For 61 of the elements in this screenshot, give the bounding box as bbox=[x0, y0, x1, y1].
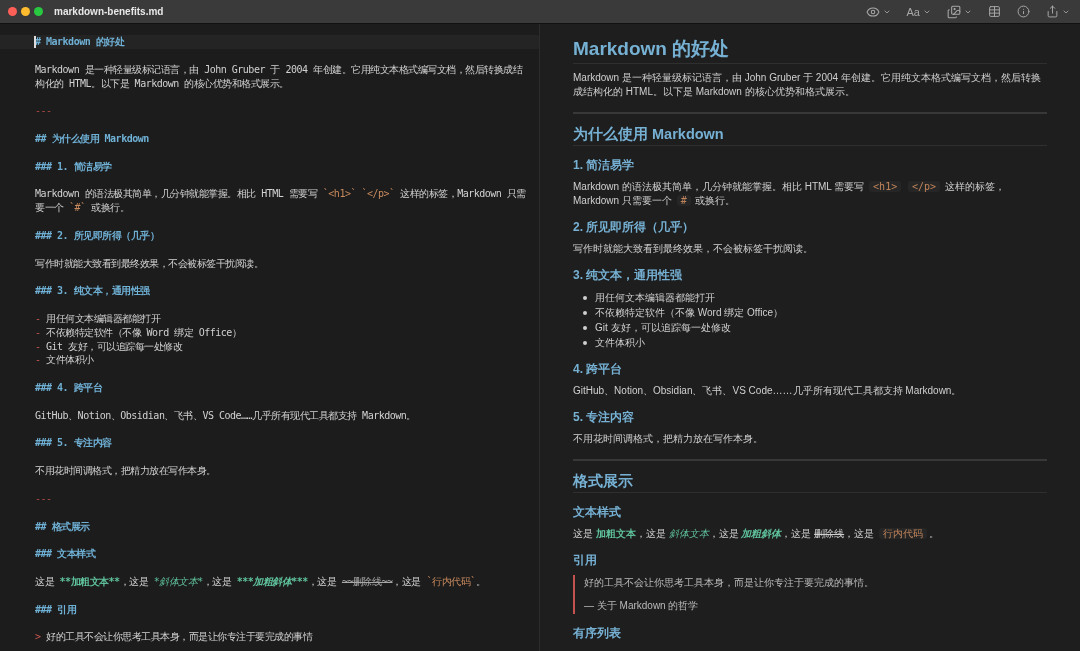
paragraph: 这是 加粗文本，这是 斜体文本，这是 加粗斜体，这是 删除线，这是 行内代码 。 bbox=[573, 527, 939, 541]
heading-markup: ### 文本样式 bbox=[35, 547, 96, 562]
subsection-heading: 5. 专注内容 bbox=[573, 409, 635, 425]
paragraph-markup: 写作时就能大致看到最终效果，不会被标签干扰阅读。 bbox=[35, 256, 263, 271]
heading-markup: ### 1. 简洁易学 bbox=[35, 159, 112, 174]
heading-markup: ## 格式展示 bbox=[35, 519, 90, 534]
paragraph-markup: 这是 **加粗文本**，这是 *斜体文本*，这是 ***加粗斜体***，这是 ~~删除线~~，这是 `行内代码`。 bbox=[35, 574, 486, 589]
paragraph-markup: Markdown 是一种轻量级标记语言，由 John Gruber 于 2004 年创建。它用纯文本格式编写文档，然后转换成结构化的 HTML。以下是 Markdown 的核心优势和格式展示。 bbox=[35, 62, 524, 91]
heading-markup: ## 为什么使用 Markdown bbox=[35, 131, 149, 146]
quote-text: — 关于 Markdown 的哲学 bbox=[584, 599, 699, 613]
heading-markup: ### 2. 所见即所得（几乎） bbox=[35, 228, 160, 243]
quote-markup: > 好的工具不会让你思考工具本身，而是让你专注于要完成的事情 bbox=[35, 630, 313, 645]
paragraph: GitHub、Notion、Obsidian、飞书、VS Code……几乎所有现代工具都支持 Markdown。 bbox=[573, 384, 962, 398]
rule-markup: --- bbox=[35, 104, 52, 119]
share-icon bbox=[1046, 5, 1059, 18]
section-heading: 为什么使用 Markdown bbox=[573, 125, 724, 144]
subsection-heading: 1. 简洁易学 bbox=[573, 157, 635, 173]
font-button[interactable]: Aa bbox=[904, 2, 933, 21]
rule-markup: --- bbox=[35, 491, 52, 506]
subsection-heading: 有序列表 bbox=[573, 625, 621, 641]
subsection-heading: 3. 纯文本，通用性强 bbox=[573, 267, 683, 283]
paragraph: Markdown 的语法极其简单，几分钟就能掌握。相比 HTML 需要写 <h1> </p> 这样的标签，Markdown 只需要一个 # 或换行。 bbox=[573, 180, 1006, 208]
image-icon bbox=[947, 4, 961, 19]
list-item-markup: - 不依赖特定软件（不像 Word 绑定 Office） bbox=[35, 325, 242, 340]
info-button[interactable] bbox=[1015, 2, 1032, 21]
minimize-button[interactable] bbox=[21, 7, 30, 16]
subsection-heading: 4. 跨平台 bbox=[573, 361, 623, 377]
heading-markup: # Markdown 的好处 bbox=[0, 35, 539, 49]
list-item: 不依赖特定软件（不像 Word 绑定 Office） bbox=[595, 306, 783, 320]
heading-markup: ### 3. 纯文本，通用性强 bbox=[35, 284, 150, 299]
bullet-icon bbox=[583, 340, 587, 345]
subsection-heading: 2. 所见即所得（几乎） bbox=[573, 219, 695, 235]
paragraph-markup: Markdown 的语法极其简单，几分钟就能掌握。相比 HTML 需要写 `<h1>` `</p>` 这样的标签，Markdown 只需要一个 `#` 或换行。 bbox=[35, 187, 527, 215]
quote-text: 好的工具不会让你思考工具本身，而是让你专注于要完成的事情。 bbox=[584, 576, 874, 590]
eye-icon bbox=[865, 4, 880, 19]
info-icon bbox=[1017, 5, 1030, 18]
paragraph-markup: 不用花时间调格式，把精力放在写作本身。 bbox=[35, 464, 216, 478]
document-title: Markdown 的好处 bbox=[573, 37, 730, 61]
paragraph: Markdown 是一种轻量级标记语言，由 John Gruber 于 2004 年创建。它用纯文本格式编写文档，然后转换成结构化的 HTML。以下是 Markdown 的核心优势和格式展示。 bbox=[573, 71, 1042, 99]
list-item-markup: - Git 友好，可以追踪每一处修改 bbox=[35, 339, 183, 354]
window-title: markdown-benefits.md bbox=[54, 6, 164, 17]
list-item-markup: - 用任何文本编辑器都能打开 bbox=[35, 311, 161, 326]
list-item-markup: - 文件体积小 bbox=[35, 353, 94, 368]
bullet-icon bbox=[583, 295, 587, 300]
paragraph: 写作时就能大致看到最终效果，不会被标签干扰阅读。 bbox=[573, 242, 813, 256]
list-item: Git 友好，可以追踪每一处修改 bbox=[595, 321, 731, 335]
heading-markup: ### 4. 跨平台 bbox=[35, 381, 103, 395]
bullet-icon bbox=[583, 325, 587, 330]
list-item: 文件体积小 bbox=[595, 336, 645, 350]
subsection-heading: 文本样式 bbox=[573, 504, 621, 520]
close-button[interactable] bbox=[8, 7, 17, 16]
paragraph: 不用花时间调格式，把精力放在写作本身。 bbox=[573, 432, 763, 446]
zoom-button[interactable] bbox=[34, 7, 43, 16]
section-heading: 格式展示 bbox=[573, 472, 633, 491]
subsection-heading: 引用 bbox=[573, 552, 597, 568]
heading-markup: ### 5. 专注内容 bbox=[35, 436, 112, 451]
bullet-icon bbox=[583, 310, 587, 315]
list-item: 用任何文本编辑器都能打开 bbox=[595, 291, 715, 305]
paragraph-markup: GitHub、Notion、Obsidian、飞书、VS Code……几乎所有现代工具都支持 Markdown。 bbox=[35, 408, 416, 423]
heading-markup: ### 引用 bbox=[35, 602, 77, 617]
table-icon bbox=[988, 5, 1001, 18]
